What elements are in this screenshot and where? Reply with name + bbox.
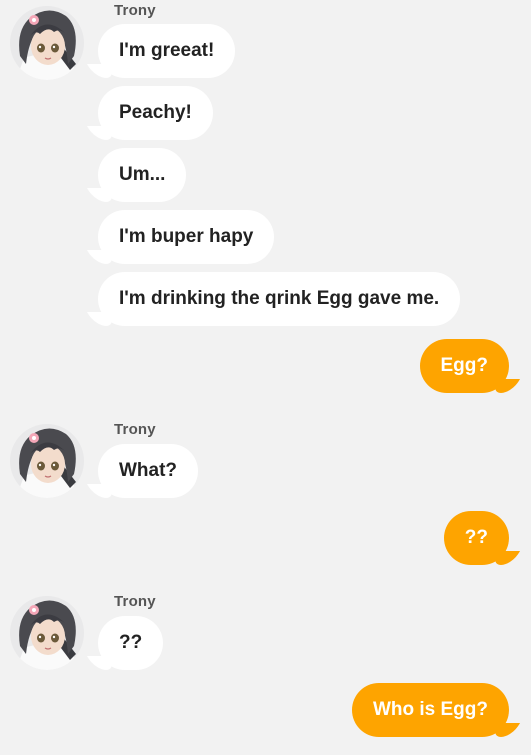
incoming-message-bubble[interactable]: I'm drinking the qrink Egg gave me. [98,272,461,326]
outgoing-message-bubble[interactable]: ?? [443,511,509,565]
sender-name: Trony [114,421,156,438]
outgoing-message-bubble[interactable]: Egg? [419,339,509,393]
character-avatar-icon[interactable] [10,6,84,80]
incoming-message-bubble[interactable]: Peachy! [98,86,213,140]
incoming-message-bubble[interactable]: I'm buper hapy [98,210,275,264]
incoming-message-bubble[interactable]: Um... [98,148,187,202]
character-avatar-icon[interactable] [10,424,84,498]
incoming-message-bubble[interactable]: ?? [98,616,164,670]
sender-name: Trony [114,2,156,19]
outgoing-message-bubble[interactable]: Who is Egg? [351,683,509,737]
character-avatar-icon[interactable] [10,596,84,670]
incoming-message-bubble[interactable]: I'm greeat! [98,24,236,78]
chat-log: Trony I'm greeat! Peachy! Um... I'm bupe… [0,0,531,755]
sender-name: Trony [114,593,156,610]
incoming-message-bubble[interactable]: What? [98,444,199,498]
